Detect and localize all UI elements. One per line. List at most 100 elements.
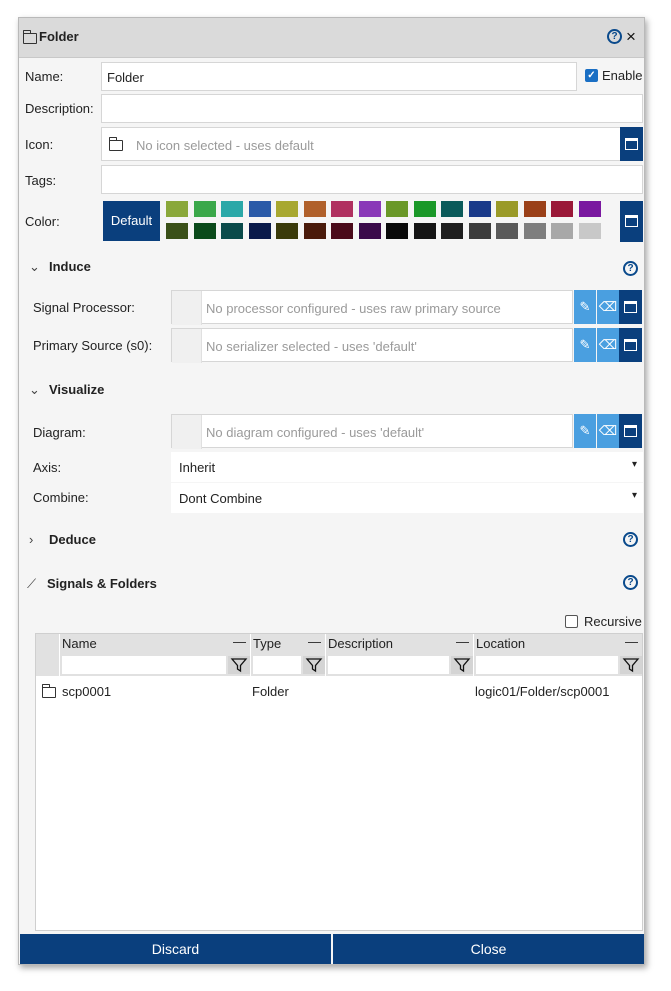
color-swatch[interactable] <box>303 201 326 217</box>
help-icon[interactable]: ? <box>623 532 638 547</box>
filter-icon[interactable] <box>620 656 642 674</box>
color-swatch[interactable] <box>441 201 463 217</box>
color-swatch[interactable] <box>578 223 601 239</box>
color-swatch[interactable] <box>248 223 271 239</box>
column-header-name[interactable]: Name — <box>60 634 250 676</box>
color-swatch[interactable] <box>523 201 546 217</box>
color-swatch[interactable] <box>413 201 436 217</box>
chevron-down-icon: ⌄ <box>29 382 40 397</box>
primary-source-placeholder: No serializer selected - uses 'default' <box>206 339 417 354</box>
recursive-checkbox[interactable] <box>565 615 578 628</box>
visualize-section-header[interactable]: ⌄ Visualize <box>29 382 104 398</box>
color-swatch[interactable] <box>468 201 491 217</box>
close-icon[interactable]: × <box>626 28 636 45</box>
combine-select[interactable]: Dont Combine ▾ <box>171 483 643 513</box>
edit-processor-button[interactable]: ✎ <box>574 290 596 324</box>
name-filter-input[interactable] <box>62 656 226 674</box>
color-swatch[interactable] <box>496 223 518 239</box>
color-swatch[interactable] <box>551 223 573 239</box>
source-slot <box>172 329 202 363</box>
color-swatch[interactable] <box>331 223 353 239</box>
name-label: Name: <box>25 69 64 84</box>
pencil-icon: ✎ <box>579 423 591 438</box>
row-location: logic01/Folder/scp0001 <box>475 684 610 699</box>
induce-section-header[interactable]: ⌄ Induce <box>29 259 91 275</box>
eraser-icon: ⌫ <box>598 337 618 352</box>
discard-button[interactable]: Discard <box>20 934 331 964</box>
color-swatch[interactable] <box>166 223 188 239</box>
icon-picker-button[interactable] <box>620 127 643 161</box>
color-swatch[interactable] <box>221 223 243 239</box>
color-swatch[interactable] <box>358 223 381 239</box>
icon-field[interactable]: No icon selected - uses default <box>101 127 621 161</box>
chevron-down-icon: ⌄ <box>29 259 40 274</box>
type-filter-input[interactable] <box>253 656 301 674</box>
recursive-label: Recursive <box>584 614 642 629</box>
color-swatch[interactable] <box>276 223 298 239</box>
color-swatch[interactable] <box>358 201 381 217</box>
edit-source-button[interactable]: ✎ <box>574 328 596 362</box>
column-menu-icon[interactable]: — <box>456 634 469 649</box>
column-header-description[interactable]: Description — <box>326 634 473 676</box>
color-swatch[interactable] <box>413 223 436 239</box>
color-swatch[interactable] <box>386 223 408 239</box>
help-icon[interactable]: ? <box>623 575 638 590</box>
primary-source-field[interactable]: No serializer selected - uses 'default' <box>171 328 573 363</box>
open-source-button[interactable] <box>619 328 642 362</box>
row-name: scp0001 <box>62 684 112 699</box>
signal-processor-field[interactable]: No processor configured - uses raw prima… <box>171 290 573 325</box>
color-swatch[interactable] <box>386 201 408 217</box>
color-swatch[interactable] <box>441 223 463 239</box>
signals-section-header[interactable]: ⟋ Signals & Folders <box>27 576 157 592</box>
help-icon[interactable]: ? <box>623 261 638 276</box>
folder-icon <box>42 684 56 698</box>
column-header-type[interactable]: Type — <box>251 634 325 676</box>
processor-slot <box>172 291 202 325</box>
color-swatch[interactable] <box>523 223 546 239</box>
clear-processor-button[interactable]: ⌫ <box>597 290 619 324</box>
description-input[interactable] <box>101 94 643 123</box>
combine-label: Combine: <box>33 490 89 505</box>
filter-icon[interactable] <box>228 656 250 674</box>
table-row[interactable]: scp0001 Folder logic01/Folder/scp0001 <box>36 680 642 702</box>
filter-icon[interactable] <box>451 656 473 674</box>
description-filter-input[interactable] <box>328 656 449 674</box>
edit-diagram-button[interactable]: ✎ <box>574 414 596 448</box>
name-input[interactable]: Folder <box>101 62 577 91</box>
enable-checkbox[interactable]: ✓ <box>585 69 598 82</box>
column-menu-icon[interactable]: — <box>233 634 246 649</box>
color-default-button[interactable]: Default <box>103 201 160 241</box>
description-label: Description: <box>25 101 94 116</box>
column-menu-icon[interactable]: — <box>308 634 321 649</box>
color-swatch[interactable] <box>276 201 298 217</box>
color-swatch[interactable] <box>496 201 518 217</box>
color-label: Color: <box>25 214 60 229</box>
filter-icon[interactable] <box>303 656 325 674</box>
deduce-section-header[interactable]: › Deduce <box>29 532 96 547</box>
column-header-location[interactable]: Location — <box>474 634 642 676</box>
clear-source-button[interactable]: ⌫ <box>597 328 619 362</box>
color-swatch[interactable] <box>551 201 573 217</box>
color-swatch[interactable] <box>303 223 326 239</box>
clear-diagram-button[interactable]: ⌫ <box>597 414 619 448</box>
close-button[interactable]: Close <box>333 934 644 964</box>
open-diagram-button[interactable] <box>619 414 642 448</box>
color-swatch[interactable] <box>166 201 188 217</box>
column-menu-icon[interactable]: — <box>625 634 638 649</box>
color-swatch[interactable] <box>468 223 491 239</box>
color-swatch[interactable] <box>248 201 271 217</box>
color-swatch[interactable] <box>193 223 216 239</box>
diagram-field[interactable]: No diagram configured - uses 'default' <box>171 414 573 449</box>
color-swatch[interactable] <box>193 201 216 217</box>
color-swatch[interactable] <box>578 201 601 217</box>
color-swatch[interactable] <box>221 201 243 217</box>
color-swatch[interactable] <box>331 201 353 217</box>
axis-select[interactable]: Inherit ▾ <box>171 452 643 482</box>
tags-input[interactable] <box>101 165 643 194</box>
open-processor-button[interactable] <box>619 290 642 324</box>
window-icon <box>624 339 637 351</box>
help-icon[interactable]: ? <box>607 29 622 44</box>
table-header-rownum <box>36 634 59 676</box>
location-filter-input[interactable] <box>476 656 618 674</box>
color-picker-button[interactable] <box>620 201 643 242</box>
